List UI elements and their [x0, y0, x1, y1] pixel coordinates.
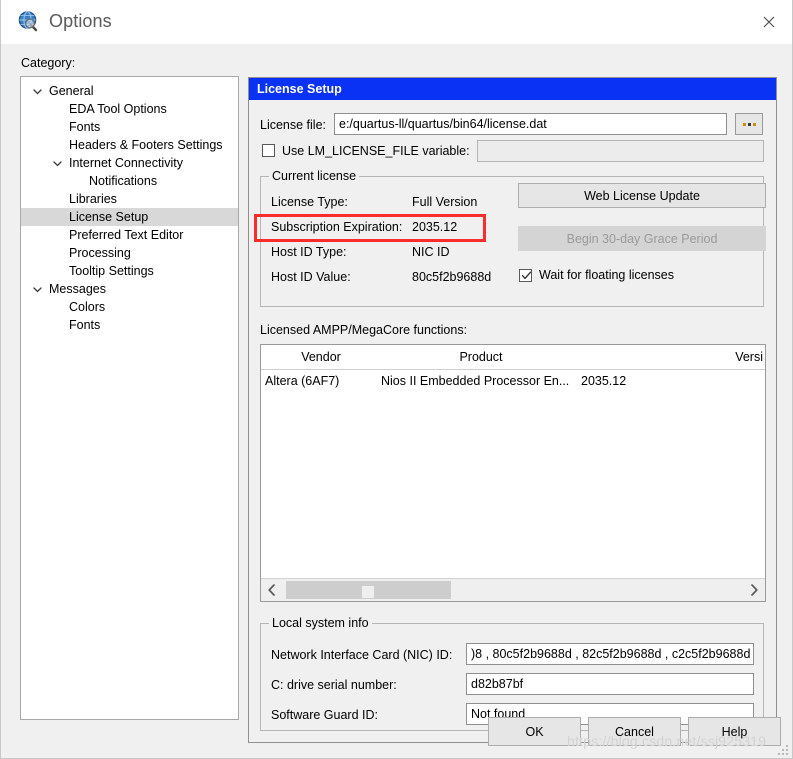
sidebar-item-label: Fonts: [69, 318, 101, 332]
sidebar-item-label: Messages: [49, 282, 106, 296]
dot: [747, 122, 751, 126]
scrollbar-grip: [362, 586, 374, 598]
nic-id-input[interactable]: )8 , 80c5f2b9688d , 82c5f2b9688d , c2c5f…: [466, 643, 754, 665]
licensed-functions-table[interactable]: Vendor Product Versi Altera (6AF7) Nios …: [260, 344, 766, 602]
licensed-functions-label: Licensed AMPP/MegaCore functions:: [260, 323, 468, 337]
column-header-vendor[interactable]: Vendor: [261, 345, 381, 369]
sidebar-item-libraries[interactable]: Libraries: [21, 190, 238, 208]
use-lm-license-file-checkbox[interactable]: [262, 144, 275, 157]
column-header-version[interactable]: Versi: [581, 345, 765, 369]
dot: [742, 122, 746, 126]
panel-title: License Setup: [249, 78, 776, 100]
table-row[interactable]: Altera (6AF7) Nios II Embedded Processor…: [261, 370, 765, 392]
host-id-type-label: Host ID Type:: [271, 245, 347, 259]
software-guard-id-label: Software Guard ID:: [271, 708, 378, 722]
sidebar-item-label: License Setup: [69, 210, 149, 224]
close-icon[interactable]: [746, 0, 792, 43]
sidebar-item-messages-fonts[interactable]: Fonts: [21, 316, 238, 334]
begin-grace-period-button: Begin 30-day Grace Period: [518, 226, 766, 251]
sidebar-item-label: Processing: [69, 246, 131, 260]
drive-serial-input[interactable]: d82b87bf: [466, 673, 754, 695]
sidebar-item-label: Tooltip Settings: [69, 264, 154, 278]
sidebar-item-messages[interactable]: Messages: [21, 280, 238, 298]
sidebar-item-label: EDA Tool Options: [69, 102, 167, 116]
category-label: Category:: [21, 56, 76, 70]
cell-vendor: Altera (6AF7): [265, 374, 340, 388]
sidebar-item-processing[interactable]: Processing: [21, 244, 238, 262]
column-header-product[interactable]: Product: [381, 345, 581, 369]
sidebar-item-notifications[interactable]: Notifications: [21, 172, 238, 190]
web-license-update-button[interactable]: Web License Update: [518, 183, 766, 208]
scrollbar-thumb[interactable]: [286, 581, 451, 599]
watermark-text: https://blog.csdn.net/ssj925319: [567, 733, 767, 749]
sidebar-item-license-setup[interactable]: License Setup: [21, 208, 238, 226]
lm-license-file-input[interactable]: [477, 140, 764, 162]
sidebar-item-label: Libraries: [69, 192, 117, 206]
dot: [752, 122, 756, 126]
sidebar-item-label: Headers & Footers Settings: [69, 138, 223, 152]
sidebar-item-internet-connectivity[interactable]: Internet Connectivity: [21, 154, 238, 172]
nic-id-label: Network Interface Card (NIC) ID:: [271, 648, 453, 662]
scroll-right-icon[interactable]: [744, 579, 764, 601]
sidebar-item-preferred-text-editor[interactable]: Preferred Text Editor: [21, 226, 238, 244]
scroll-left-icon[interactable]: [262, 579, 282, 601]
sidebar-item-label: Preferred Text Editor: [69, 228, 184, 242]
title-bar: Options: [1, 0, 792, 45]
chevron-down-icon[interactable]: [49, 154, 65, 172]
sidebar-item-eda-tool-options[interactable]: EDA Tool Options: [21, 100, 238, 118]
quartus-globe-icon: [17, 10, 41, 34]
chevron-down-icon[interactable]: [29, 280, 45, 298]
wait-for-floating-licenses-checkbox[interactable]: [519, 269, 532, 282]
chevron-down-icon[interactable]: [29, 82, 45, 100]
host-id-type-value: NIC ID: [412, 245, 450, 259]
cell-version: 2035.12: [581, 374, 627, 388]
use-lm-license-file-label: Use LM_LICENSE_FILE variable:: [282, 144, 470, 158]
host-id-value-label: Host ID Value:: [271, 270, 351, 284]
browse-button[interactable]: [735, 113, 763, 135]
window-title: Options: [49, 11, 112, 31]
current-license-title: Current license: [269, 169, 360, 183]
sidebar-item-headers-footers-settings[interactable]: Headers & Footers Settings: [21, 136, 238, 154]
sidebar-item-label: Colors: [69, 300, 106, 314]
license-file-input[interactable]: e:/quartus-ll/quartus/bin64/license.dat: [334, 113, 727, 135]
wait-for-floating-licenses-label: Wait for floating licenses: [539, 268, 675, 282]
drive-serial-label: C: drive serial number:: [271, 678, 397, 692]
license-setup-panel: License Setup License file: e:/quartus-l…: [248, 77, 777, 743]
license-type-label: License Type:: [271, 195, 348, 209]
options-dialog: Options Category: General EDA Tool Optio…: [0, 0, 793, 759]
license-type-value: Full Version: [412, 195, 478, 209]
resize-grip-icon[interactable]: [778, 745, 788, 755]
cell-product: Nios II Embedded Processor En...: [381, 374, 570, 388]
host-id-value-value: 80c5f2b9688d: [412, 270, 492, 284]
sidebar-item-label: Notifications: [89, 174, 158, 188]
horizontal-scrollbar[interactable]: [261, 578, 765, 601]
sidebar-item-label: Internet Connectivity: [69, 156, 183, 170]
local-system-info-title: Local system info: [269, 616, 372, 630]
sidebar-item-label: Fonts: [69, 120, 101, 134]
sidebar-item-colors[interactable]: Colors: [21, 298, 238, 316]
table-header: Vendor Product Versi: [261, 345, 765, 370]
license-file-label: License file:: [260, 118, 327, 132]
sidebar-item-tooltip-settings[interactable]: Tooltip Settings: [21, 262, 238, 280]
sidebar-item-label: General: [49, 84, 94, 98]
category-tree[interactable]: General EDA Tool Options Fonts Headers &…: [20, 76, 239, 720]
subscription-expiration-highlight: [254, 214, 486, 242]
dialog-body: Category: General EDA Tool Options Fonts…: [2, 44, 792, 758]
sidebar-item-fonts[interactable]: Fonts: [21, 118, 238, 136]
sidebar-item-general[interactable]: General: [21, 82, 238, 100]
